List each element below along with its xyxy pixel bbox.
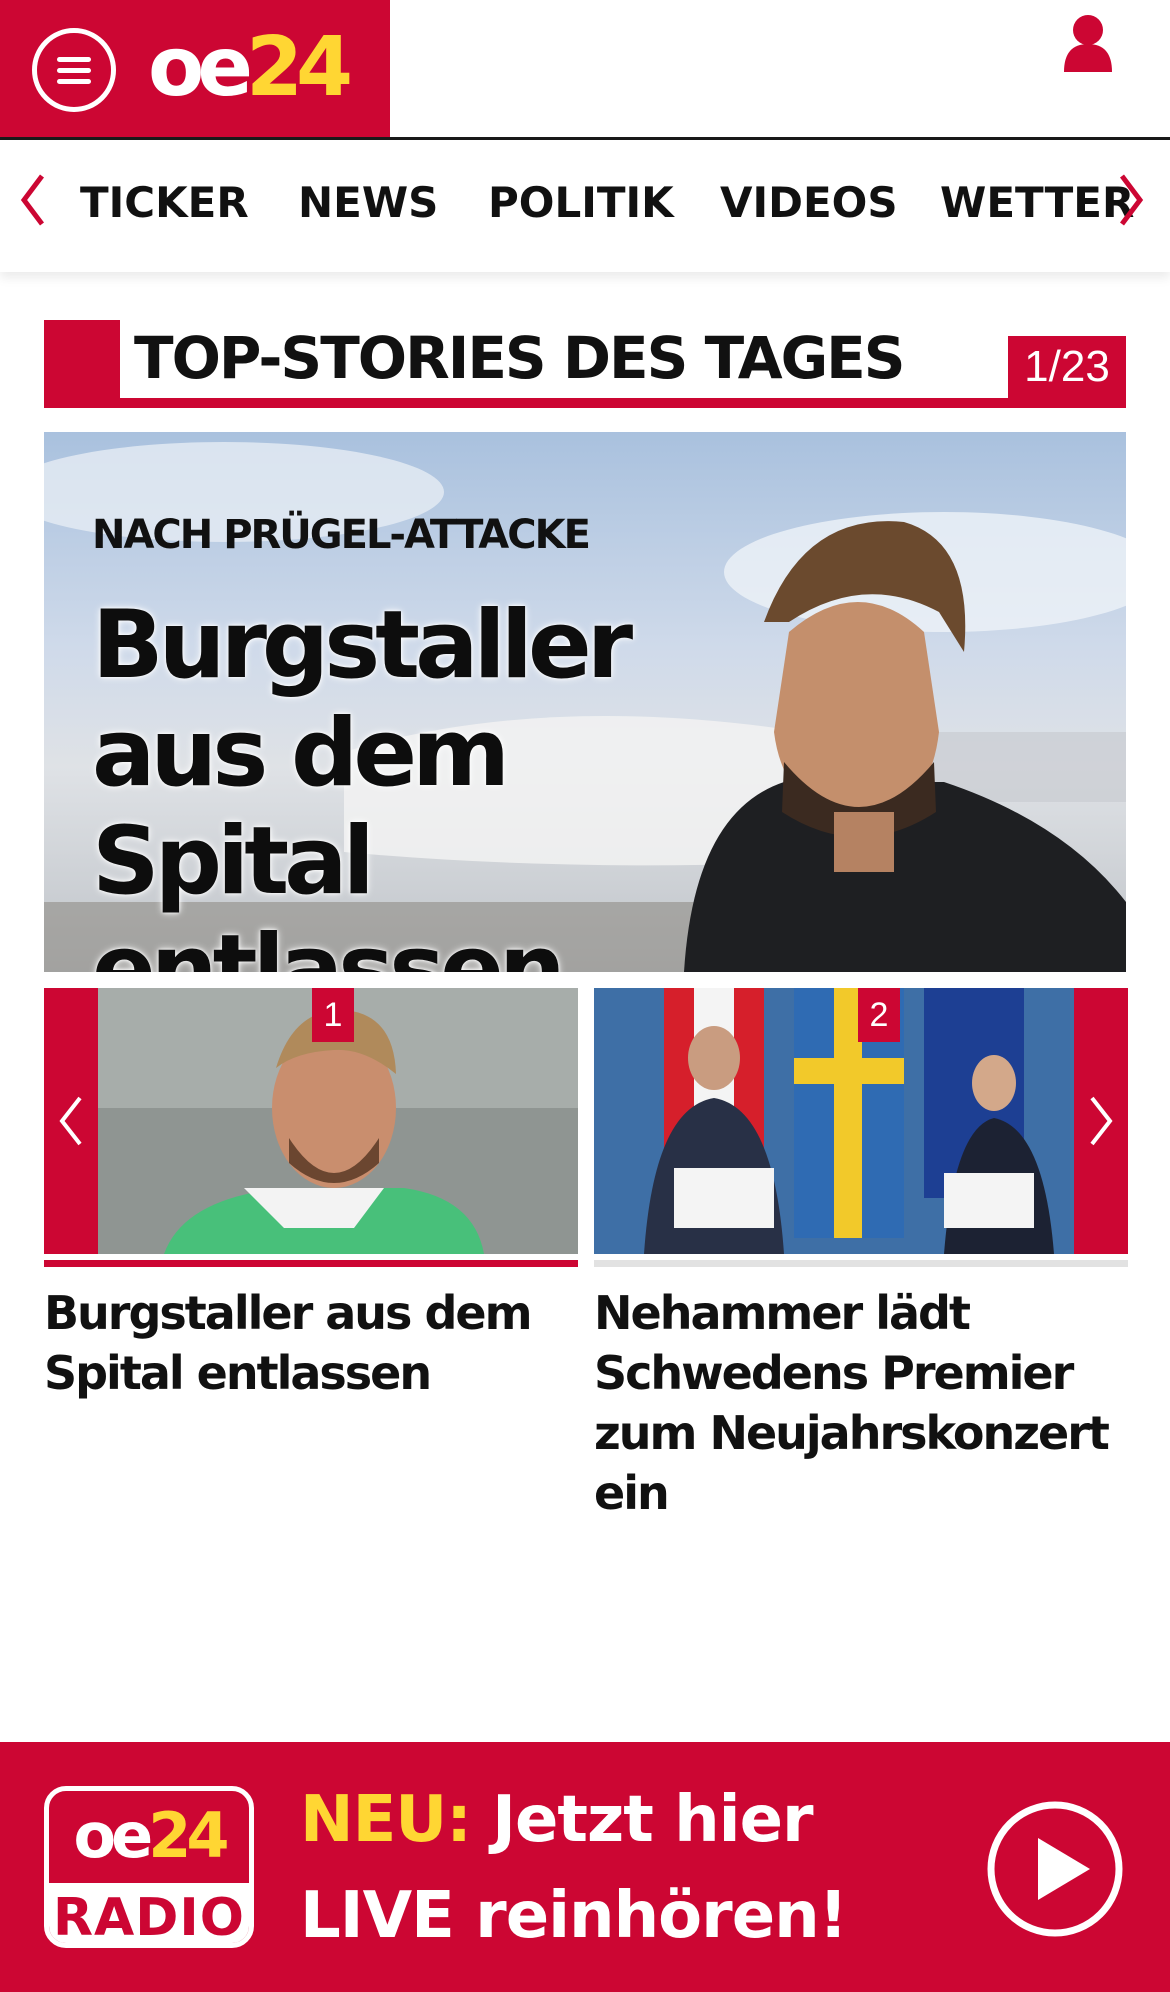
story-photo — [44, 988, 578, 1254]
inactive-indicator — [594, 1260, 1128, 1267]
hero-story[interactable]: NACH PRÜGEL-ATTACKE Burgstaller aus dem … — [44, 432, 1126, 972]
nav-item-news[interactable]: NEWS — [298, 178, 438, 228]
hero-kicker: NACH PRÜGEL-ATTACKE — [92, 512, 591, 558]
slide-counter: 1/23 — [1008, 336, 1126, 398]
nav-item-ticker[interactable]: TICKER — [80, 178, 249, 228]
story-headline[interactable]: Nehammer lädt Schwedens Premier zum Neuj… — [594, 1283, 1128, 1523]
story-thumbnail[interactable]: 1 — [44, 988, 578, 1254]
story-rank-badge: 1 — [312, 988, 354, 1042]
oe24-radio-logo: oe24 RADIO — [44, 1786, 254, 1948]
nav-item-wetter[interactable]: WETTER — [940, 178, 1134, 228]
site-header: oe24 — [0, 0, 1170, 140]
section-title: TOP-STORIES DES TAGES — [134, 324, 906, 392]
story-card[interactable]: 1 Burgstaller aus dem Spital entlassen — [44, 988, 578, 1403]
chevron-right-icon — [1090, 1096, 1113, 1146]
story-thumbnail[interactable]: 2 — [594, 988, 1128, 1254]
hero-headline[interactable]: Burgstaller aus dem Spital entlassen — [92, 592, 732, 973]
section-header: TOP-STORIES DES TAGES 1/23 — [44, 320, 1126, 408]
section-accent-block — [44, 320, 120, 408]
active-indicator — [44, 1260, 578, 1267]
carousel-next-button[interactable] — [1074, 988, 1128, 1254]
oe24-logo[interactable]: oe24 — [148, 22, 353, 114]
section-underline — [44, 398, 1126, 408]
brand-area: oe24 — [0, 0, 390, 137]
play-icon[interactable] — [986, 1800, 1124, 1938]
radio-banner-text[interactable]: NEU: Jetzt hier LIVE reinhören! — [300, 1772, 848, 1964]
radio-banner-line2: LIVE reinhören! — [300, 1879, 848, 1953]
radio-banner-line1: NEU: Jetzt hier — [300, 1783, 814, 1857]
chevron-left-icon — [59, 1096, 82, 1146]
chevron-right-icon[interactable] — [1112, 170, 1152, 230]
nav-item-politik[interactable]: POLITIK — [488, 178, 674, 228]
nav-item-videos[interactable]: VIDEOS — [720, 178, 898, 228]
story-card[interactable]: 2 Nehammer lädt Schwedens Premier zum Ne… — [594, 988, 1128, 1523]
category-nav: TICKER NEWS POLITIK VIDEOS WETTER — [0, 140, 1170, 272]
carousel-prev-button[interactable] — [44, 988, 98, 1254]
radio-banner[interactable]: oe24 RADIO NEU: Jetzt hier LIVE reinhöre… — [0, 1742, 1170, 1992]
hamburger-menu-icon[interactable] — [32, 28, 116, 112]
radio-logo-label: RADIO — [49, 1883, 249, 1943]
user-icon[interactable] — [1060, 12, 1116, 72]
story-headline[interactable]: Burgstaller aus dem Spital entlassen — [44, 1283, 578, 1403]
story-rank-badge: 2 — [858, 988, 900, 1042]
chevron-left-icon[interactable] — [12, 170, 52, 230]
